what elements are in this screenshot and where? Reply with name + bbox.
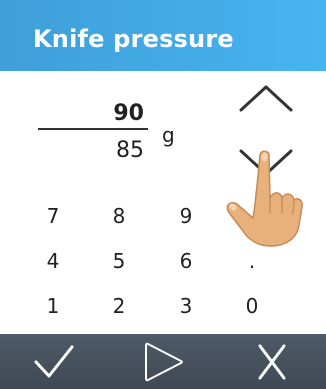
chevron-down-icon [239,149,293,176]
decrease-button[interactable] [237,147,295,179]
checkmark-icon [34,345,74,377]
key-0[interactable]: 0 [232,291,272,321]
key-decimal[interactable]: . [232,246,272,276]
cancel-button[interactable] [218,334,326,389]
new-value[interactable]: 90 [100,101,144,126]
key-2[interactable]: 2 [99,291,139,321]
key-7[interactable]: 7 [33,201,73,231]
unit-label: g [162,123,175,147]
key-1[interactable]: 1 [33,291,73,321]
numeric-keypad: 7 8 9 4 5 6 . 1 2 3 0 [0,198,326,334]
cancel-x-icon [258,344,286,379]
play-button[interactable] [109,334,217,389]
increase-button[interactable] [237,82,295,114]
play-icon [145,342,183,381]
footer-bar [0,334,326,389]
key-3[interactable]: 3 [166,291,206,321]
current-value: 85 [116,138,144,163]
key-8[interactable]: 8 [99,201,139,231]
page-title: Knife pressure [33,25,234,53]
key-4[interactable]: 4 [33,246,73,276]
key-5[interactable]: 5 [99,246,139,276]
key-9[interactable]: 9 [166,201,206,231]
header-bar: Knife pressure [0,0,326,71]
value-divider [38,128,148,130]
chevron-up-icon [239,85,293,112]
key-6[interactable]: 6 [166,246,206,276]
confirm-button[interactable] [0,334,108,389]
